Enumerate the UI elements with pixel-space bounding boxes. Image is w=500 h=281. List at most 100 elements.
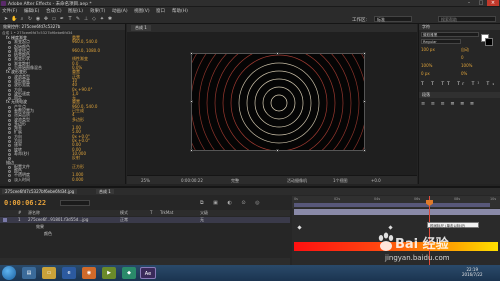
property-value[interactable]: 0.000: [72, 177, 83, 183]
paragraph-tab[interactable]: 段落: [419, 92, 500, 98]
ie-icon[interactable]: e: [62, 267, 76, 279]
paw-logo-icon: [378, 232, 394, 251]
property-label: 淡入时间: [14, 176, 30, 182]
stroke-color-swatch[interactable]: [485, 38, 493, 46]
composition-tab[interactable]: 合成 1: [131, 25, 151, 31]
stamp-tool-icon[interactable]: ⊥: [83, 16, 89, 22]
zoom-tool-icon[interactable]: ⌕: [19, 16, 25, 22]
vertical-scale-value[interactable]: 100%: [421, 63, 432, 68]
horizontal-scale-value[interactable]: 100%: [461, 63, 472, 68]
zoom-level[interactable]: 25%: [141, 178, 150, 183]
stopwatch-icon[interactable]: [8, 178, 11, 182]
camera-select[interactable]: 活动摄像机: [287, 178, 307, 184]
roto-brush-icon[interactable]: ✦: [99, 16, 105, 22]
pen-tool-icon[interactable]: ✒: [59, 16, 65, 22]
radio-wave-ring: [206, 54, 352, 150]
layer-handle[interactable]: [363, 100, 366, 103]
layer-effects-row[interactable]: 效果: [0, 224, 290, 230]
media-player-icon[interactable]: ▶: [102, 267, 116, 279]
help-search-input[interactable]: 搜索帮助: [438, 16, 496, 22]
leading-value[interactable]: 自动: [461, 47, 469, 52]
tracking-value[interactable]: 0: [461, 55, 464, 60]
exposure-value[interactable]: +0.0: [371, 178, 381, 183]
explorer-icon[interactable]: ▤: [22, 267, 36, 279]
rotate-tool-icon[interactable]: ↻: [27, 16, 33, 22]
keyframe-icon[interactable]: [297, 225, 302, 230]
selection-tool-icon[interactable]: ➤: [3, 16, 9, 22]
time-ruler[interactable]: 0s 02s 04s 06s 08s 10s: [292, 196, 500, 208]
hand-tool-icon[interactable]: ✋: [11, 16, 17, 22]
time-ruler-tooltip: 时间标尺 (单击以标记): [427, 222, 479, 228]
radio-wave-ring: [246, 70, 312, 136]
radio-wave-ring: [270, 94, 288, 112]
layer-mode[interactable]: 正常: [120, 217, 128, 223]
font-size-value[interactable]: 100 px: [421, 47, 435, 52]
layer-handle[interactable]: [190, 149, 193, 152]
tsume-value[interactable]: 0%: [461, 71, 467, 76]
work-area-bar[interactable]: [294, 203, 490, 207]
font-family-select[interactable]: 微软雅黑: [421, 32, 479, 37]
folder-icon[interactable]: ▭: [42, 267, 56, 279]
current-time[interactable]: 0:00:00:22: [181, 178, 203, 183]
clock-date: 2016/7/22: [462, 272, 483, 277]
radio-wave-ring: [262, 86, 296, 120]
radio-wave-ring: [254, 78, 304, 128]
composition-tab-bar: 合成 1: [127, 24, 417, 32]
effect-properties-list: fx 梯度渐变 重置 渐变起点 960.0, 540.0 起始颜色 渐变终点 960.0, …: [0, 35, 126, 183]
font-style-select[interactable]: Regular: [421, 39, 461, 44]
keyframe-icon[interactable]: [388, 225, 393, 230]
pan-behind-tool-icon[interactable]: ✥: [43, 16, 49, 22]
ruler-tick-label: 02s: [334, 197, 341, 201]
layer-duration-bar[interactable]: [294, 209, 500, 215]
effect-controls-tab[interactable]: 效果控件: 275cee6fd7c5327b: [0, 24, 125, 30]
timeline-tab-bar: 275cee6fd7c5327bf6ebe6fd34.jpg 合成 1: [0, 188, 500, 195]
timeline-search-input[interactable]: [60, 200, 90, 206]
layer-parent[interactable]: 无: [200, 217, 204, 223]
paragraph-align-buttons[interactable]: ≡ ≡ ≡ ≣ ≣ ≣: [421, 101, 476, 107]
minimize-icon[interactable]: –: [463, 0, 475, 6]
layer-handle[interactable]: [190, 100, 193, 103]
system-clock[interactable]: 22:19 2016/7/22: [462, 267, 483, 277]
layer-row[interactable]: 1 275cee6f...91801.f3d55d...jpg 正常 无: [0, 217, 290, 223]
maximize-icon[interactable]: □: [475, 0, 487, 6]
rectangle-tool-icon[interactable]: ▭: [51, 16, 57, 22]
brush-tool-icon[interactable]: ✎: [75, 16, 81, 22]
col-number: #: [18, 210, 22, 215]
after-effects-icon[interactable]: Ae: [140, 267, 156, 279]
timeline-tab-footage[interactable]: 275cee6fd7c5327bf6ebe6fd34.jpg: [2, 189, 78, 194]
col-source-name: 源名称: [28, 210, 40, 215]
radio-wave-ring: [192, 54, 364, 150]
timeline-tab-comp[interactable]: 合成 1: [96, 189, 114, 194]
timecode-display[interactable]: 0:00:06:22: [4, 199, 46, 207]
close-icon[interactable]: ×: [487, 0, 499, 6]
view-layout-select[interactable]: 1个视图: [333, 178, 348, 184]
layer-name[interactable]: 275cee6f...91801.f3d55d...jpg: [28, 217, 88, 223]
camera-tool-icon[interactable]: ◉: [35, 16, 41, 22]
layer-handle[interactable]: [363, 52, 366, 55]
layer-handle[interactable]: [276, 149, 279, 152]
layer-handle[interactable]: [363, 149, 366, 152]
effect-property-row[interactable]: 淡入时间 0.000: [0, 176, 126, 183]
composition-footer: 25% 0:00:00:22 完整 活动摄像机 1个视图 +0.0: [127, 175, 417, 184]
layer-handle[interactable]: [276, 52, 279, 55]
ruler-tick-label: 0s: [294, 197, 298, 201]
start-button-icon[interactable]: [2, 266, 16, 280]
workspace-select[interactable]: 标准: [374, 16, 412, 22]
character-tab[interactable]: 字符: [419, 24, 500, 30]
layer-color-row[interactable]: 颜色: [0, 231, 290, 237]
timeline-switches-icons[interactable]: ⧉ ▣ ◐ ⊙ ◎: [200, 200, 264, 206]
radio-wave-ring: [222, 54, 336, 150]
ruler-tick-label: 08s: [454, 197, 461, 201]
composition-canvas[interactable]: [191, 53, 365, 151]
qq-icon[interactable]: ◆: [122, 267, 136, 279]
col-trkmat: TrkMat: [160, 210, 174, 215]
text-style-buttons[interactable]: T T TT Tr T¹ T₁: [421, 82, 497, 87]
layer-label-color[interactable]: [3, 218, 7, 222]
eraser-tool-icon[interactable]: ◇: [91, 16, 97, 22]
layer-handle[interactable]: [190, 52, 193, 55]
firefox-icon[interactable]: ◉: [82, 267, 96, 279]
baseline-shift-value[interactable]: 0 px: [421, 71, 430, 76]
text-tool-icon[interactable]: T: [67, 16, 73, 22]
puppet-tool-icon[interactable]: ✱: [107, 16, 113, 22]
resolution-select[interactable]: 完整: [231, 178, 239, 184]
